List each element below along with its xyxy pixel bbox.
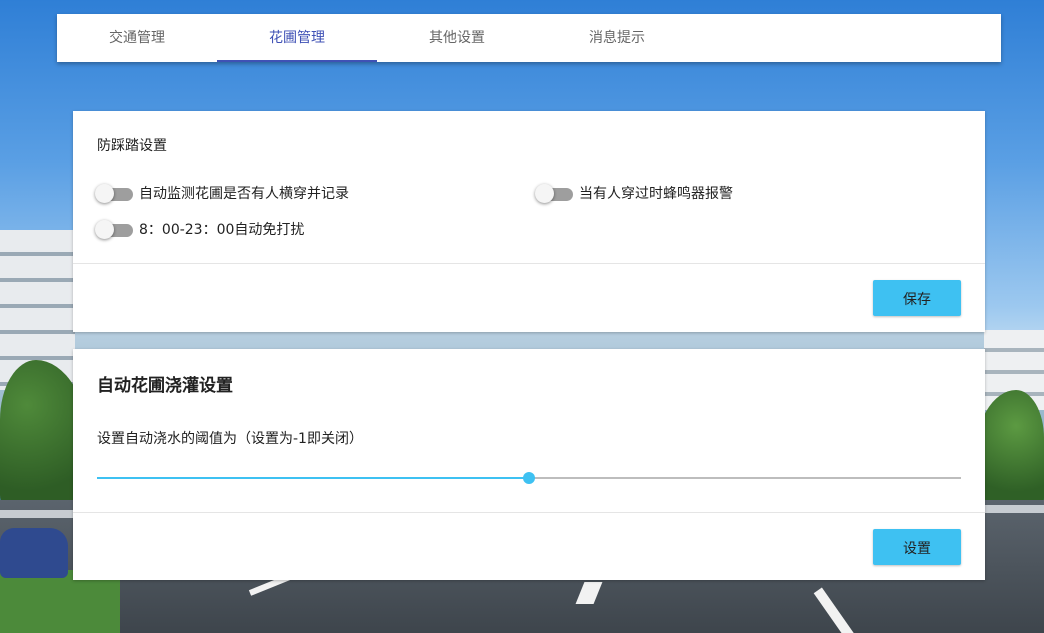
car [0, 528, 68, 578]
irrigation-card: 自动花圃浇灌设置 设置自动浇水的阈值为（设置为-1即关闭） 设置 [73, 349, 985, 580]
toggle-thumb [95, 184, 114, 203]
irrigation-title: 自动花圃浇灌设置 [97, 376, 233, 396]
tab-bar: 交通管理 花圃管理 其他设置 消息提示 [57, 14, 1001, 62]
divider [73, 512, 985, 513]
guardrail-right [984, 505, 1044, 513]
do-not-disturb-switch-row[interactable]: 8：00-23：00自动免打扰 [95, 219, 305, 239]
do-not-disturb-toggle[interactable] [95, 219, 133, 239]
toggle-thumb [95, 220, 114, 239]
tab-garden-management[interactable]: 花圃管理 [217, 14, 377, 62]
anti-trample-title: 防踩踏设置 [97, 138, 167, 154]
threshold-slider[interactable] [97, 469, 961, 487]
tab-other-settings[interactable]: 其他设置 [377, 14, 537, 62]
slider-knob[interactable] [523, 472, 535, 484]
buzzer-alarm-toggle[interactable] [535, 183, 573, 203]
set-button[interactable]: 设置 [873, 529, 961, 565]
slider-fill [97, 477, 529, 479]
monitor-crossing-toggle[interactable] [95, 183, 133, 203]
do-not-disturb-label: 8：00-23：00自动免打扰 [139, 222, 305, 238]
buzzer-alarm-switch-row[interactable]: 当有人穿过时蜂鸣器报警 [535, 183, 733, 203]
guardrail-left [0, 510, 75, 518]
divider [73, 263, 985, 264]
tab-message-prompt[interactable]: 消息提示 [537, 14, 697, 62]
monitor-crossing-label: 自动监测花圃是否有人横穿并记录 [139, 186, 349, 202]
toggle-thumb [535, 184, 554, 203]
anti-trample-card: 防踩踏设置 自动监测花圃是否有人横穿并记录 当有人穿过时蜂鸣器报警 8：00-2… [73, 111, 985, 332]
monitor-crossing-switch-row[interactable]: 自动监测花圃是否有人横穿并记录 [95, 183, 349, 203]
tab-traffic-management[interactable]: 交通管理 [57, 14, 217, 62]
buzzer-alarm-label: 当有人穿过时蜂鸣器报警 [579, 186, 733, 202]
save-button[interactable]: 保存 [873, 280, 961, 316]
threshold-label: 设置自动浇水的阈值为（设置为-1即关闭） [97, 431, 363, 447]
